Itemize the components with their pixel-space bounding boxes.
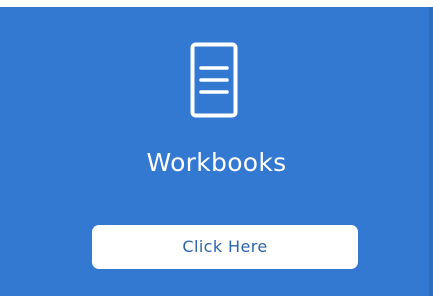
card-edge-divider xyxy=(429,7,433,296)
document-lines-icon xyxy=(190,42,238,118)
workbooks-card: Workbooks Click Here xyxy=(0,7,433,296)
card-title: Workbooks xyxy=(146,148,287,177)
click-here-button[interactable]: Click Here xyxy=(92,225,358,269)
